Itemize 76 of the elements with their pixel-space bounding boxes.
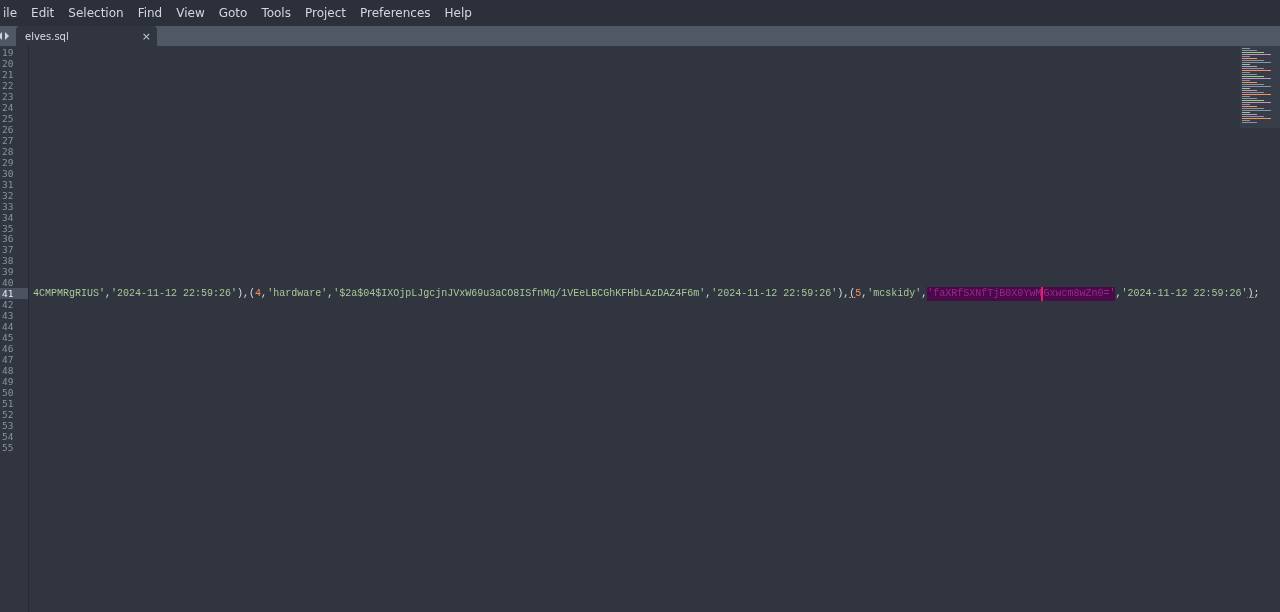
menu-item[interactable]: Goto xyxy=(211,6,255,20)
punctuation: , xyxy=(861,288,868,300)
menu-item[interactable]: ile xyxy=(0,6,25,20)
line-number: 51 xyxy=(1,398,15,409)
punctuation: ), xyxy=(237,288,250,300)
line-number: 37 xyxy=(1,244,15,256)
line-number: 23 xyxy=(1,90,15,102)
line-number: 39 xyxy=(1,266,15,278)
string-literal: 'hardware' xyxy=(267,288,328,300)
selected-text: 'faXRfSXNfTjB0X0YwM xyxy=(927,286,1042,301)
line-number: 50 xyxy=(1,387,15,398)
line-number: 27 xyxy=(1,134,15,146)
line-number: 43 xyxy=(1,310,15,322)
line-number: 42 xyxy=(1,299,15,311)
menu-item[interactable]: Project xyxy=(297,6,353,20)
line-number: 41 xyxy=(0,288,28,300)
line-number: 21 xyxy=(1,68,15,80)
file-tab[interactable]: elves.sql × xyxy=(16,26,157,46)
string-literal: '2024-11-12 22:59:26' xyxy=(711,288,838,300)
line-number: 36 xyxy=(1,233,15,245)
string-literal: 'mcskidy' xyxy=(867,288,922,300)
line-number: 31 xyxy=(1,178,15,190)
menu-item[interactable]: Preferences xyxy=(353,6,438,20)
line-number: 22 xyxy=(1,79,15,91)
line-number: 54 xyxy=(1,430,15,442)
menu-item[interactable]: Selection xyxy=(61,6,131,20)
line-number: 28 xyxy=(1,145,15,157)
line-number: 32 xyxy=(1,189,15,201)
selected-text: Gxwcm8wZn0=' xyxy=(1043,286,1116,301)
punctuation: ; xyxy=(1253,288,1260,300)
line-number: 52 xyxy=(1,408,15,420)
line-number: 35 xyxy=(1,222,15,234)
line-number: 40 xyxy=(1,277,15,289)
punctuation: , xyxy=(105,288,112,300)
tab-label[interactable]: elves.sql xyxy=(25,30,69,42)
punctuation: , xyxy=(921,288,928,300)
string-literal: '2024-11-12 22:59:26' xyxy=(1121,288,1248,300)
menu-item[interactable]: Edit xyxy=(24,6,62,20)
punctuation: , xyxy=(705,288,712,300)
string-literal: '2024-11-12 22:59:26' xyxy=(111,288,238,300)
line-number: 45 xyxy=(1,332,15,344)
punctuation: , xyxy=(261,288,268,300)
punctuation: ) xyxy=(1247,288,1254,300)
line-number: 46 xyxy=(1,343,15,355)
punctuation: ( xyxy=(249,288,256,300)
string-literal: 4CMPMRgRIUS' xyxy=(33,288,105,300)
menu-item[interactable]: Help xyxy=(437,6,479,20)
line-number: 49 xyxy=(1,376,15,388)
menu-item[interactable]: Tools xyxy=(254,6,298,20)
line-number: 44 xyxy=(1,321,15,333)
line-number: 30 xyxy=(1,167,15,179)
line-number: 33 xyxy=(1,200,15,212)
tab-navigation-icon[interactable] xyxy=(0,31,10,41)
punctuation: , xyxy=(327,288,334,300)
punctuation: ), xyxy=(837,288,850,300)
line-number: 53 xyxy=(1,419,15,431)
line-number: 29 xyxy=(1,156,15,168)
line-number: 34 xyxy=(1,211,15,223)
punctuation: , xyxy=(1115,288,1122,300)
menu-item[interactable]: Find xyxy=(130,6,170,20)
line-number: 55 xyxy=(1,441,15,453)
line-number: 20 xyxy=(1,57,15,69)
punctuation: ( xyxy=(849,288,856,300)
line-number: 47 xyxy=(1,354,15,366)
line-number: 24 xyxy=(1,101,15,113)
text-cursor xyxy=(1041,286,1044,301)
number-literal: 5 xyxy=(855,288,862,300)
close-tab-button[interactable]: × xyxy=(141,29,151,43)
line-number: 25 xyxy=(1,112,15,124)
string-literal: '$2a$04$IXOjpLJgcjnJVxW69u3aCO8ISfnMq/1VEeLBCGhKFHbLAzDAZ4F6m' xyxy=(333,288,706,300)
menu-item[interactable]: View xyxy=(169,6,212,20)
line-number: 26 xyxy=(1,123,15,135)
line-number: 19 xyxy=(1,47,15,58)
line-number: 38 xyxy=(1,255,15,267)
line-number: 48 xyxy=(1,365,15,377)
minimap-drawing[interactable] xyxy=(1240,46,1280,128)
